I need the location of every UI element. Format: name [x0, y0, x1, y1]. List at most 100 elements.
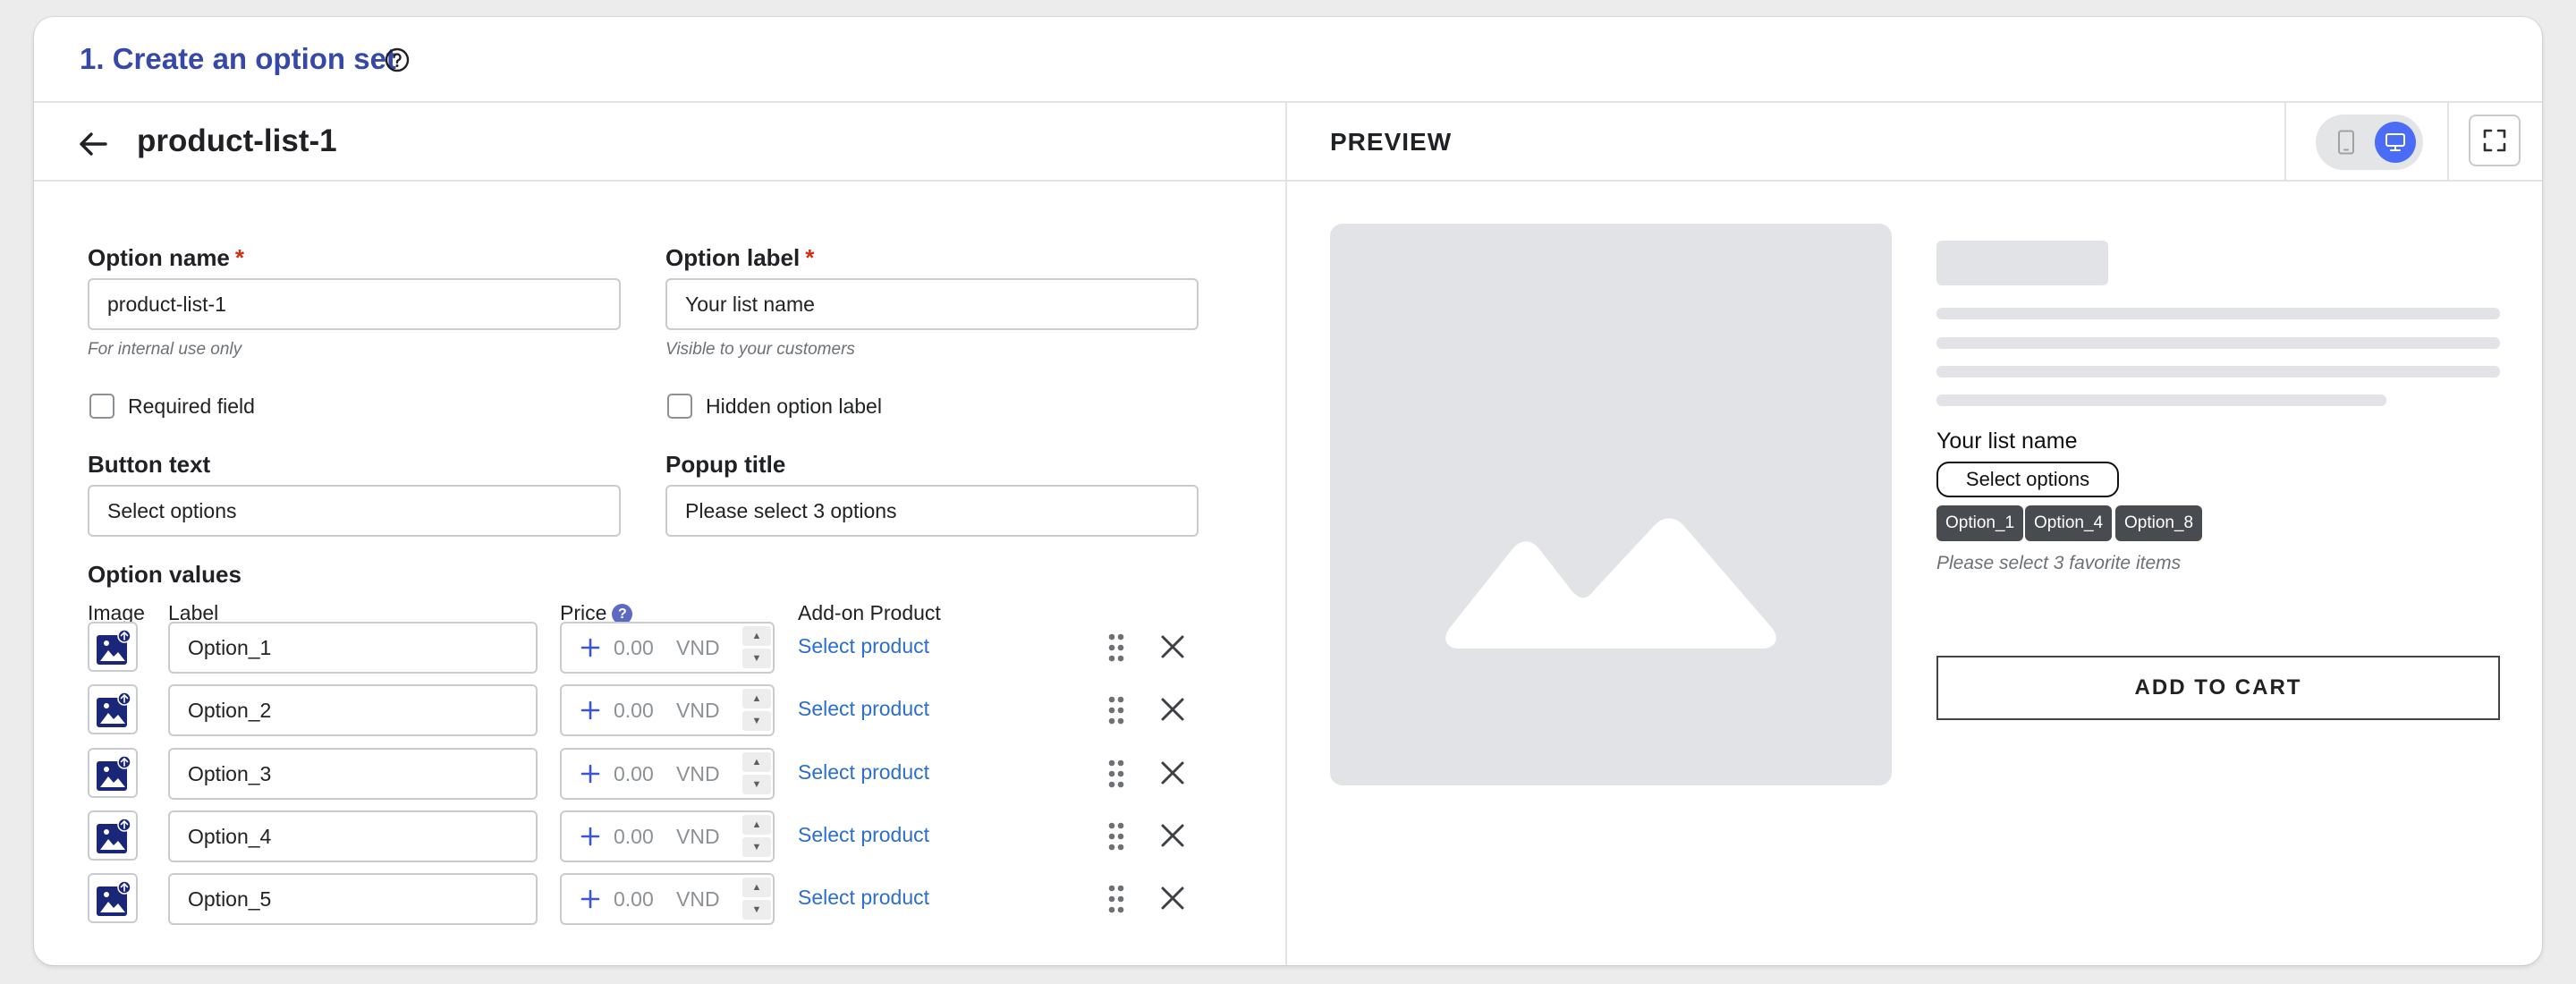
- price-stepper[interactable]: ▲ ▼: [742, 689, 771, 732]
- drag-handle-icon[interactable]: [1106, 632, 1127, 664]
- option-set-card: 1. Create an option set product-list-1 O…: [34, 17, 2542, 965]
- required-field-checkbox[interactable]: [89, 394, 114, 419]
- option-name-hint: For internal use only: [88, 340, 242, 359]
- option-value-row: Option_1 0.00 VND ▲ ▼ Select product: [34, 622, 1285, 675]
- plus-icon[interactable]: [578, 824, 603, 849]
- card-header: 1. Create an option set: [34, 17, 2542, 103]
- arrow-left-icon[interactable]: [75, 126, 111, 162]
- price-value: 0.00: [614, 636, 654, 659]
- option-label-input[interactable]: Option_1: [168, 622, 538, 674]
- price-currency: VND: [676, 762, 720, 785]
- add-to-cart-button[interactable]: ADD TO CART: [1936, 656, 2500, 720]
- close-icon[interactable]: [1157, 758, 1188, 788]
- option-label-input[interactable]: Option_2: [168, 684, 538, 736]
- stepper-up-icon[interactable]: ▲: [742, 752, 771, 772]
- preview-topbar: PREVIEW: [1287, 103, 2542, 182]
- close-icon[interactable]: [1157, 694, 1188, 725]
- drag-handle-icon[interactable]: [1106, 758, 1127, 790]
- preview-select-options-button[interactable]: Select options: [1936, 462, 2119, 497]
- device-toggle: [2316, 115, 2423, 170]
- required-field-label: Required field: [128, 394, 255, 418]
- skeleton-line: [1936, 337, 2500, 349]
- select-product-link[interactable]: Select product: [798, 634, 929, 658]
- plus-icon[interactable]: [578, 698, 603, 723]
- topbar-divider: [2447, 103, 2449, 180]
- close-icon[interactable]: [1157, 883, 1188, 913]
- editor-topbar: product-list-1: [34, 103, 1285, 182]
- stepper-down-icon[interactable]: ▼: [742, 837, 771, 857]
- drag-handle-icon[interactable]: [1106, 694, 1127, 726]
- popup-title-input[interactable]: Please select 3 options: [665, 485, 1199, 537]
- select-product-link[interactable]: Select product: [798, 823, 929, 847]
- topbar-divider: [2284, 103, 2286, 180]
- button-text-label: Button text: [88, 451, 211, 478]
- option-label-label-text: Option label: [665, 244, 801, 271]
- option-label-input[interactable]: Option_4: [168, 810, 538, 862]
- price-stepper[interactable]: ▲ ▼: [742, 815, 771, 858]
- option-price-input[interactable]: 0.00 VND ▲ ▼: [560, 622, 775, 674]
- price-value: 0.00: [614, 825, 654, 848]
- option-price-input[interactable]: 0.00 VND ▲ ▼: [560, 748, 775, 800]
- question-circle-icon[interactable]: [383, 46, 411, 74]
- price-currency: VND: [676, 636, 720, 659]
- select-product-link[interactable]: Select product: [798, 886, 929, 910]
- drag-handle-icon[interactable]: [1106, 820, 1127, 853]
- option-price-input[interactable]: 0.00 VND ▲ ▼: [560, 873, 775, 925]
- drag-handle-icon[interactable]: [1106, 883, 1127, 915]
- skeleton-line: [1936, 366, 2500, 377]
- option-image-upload[interactable]: [88, 684, 138, 734]
- select-product-link[interactable]: Select product: [798, 697, 929, 721]
- stepper-up-icon[interactable]: ▲: [742, 815, 771, 835]
- option-name-label: Option name *: [88, 244, 244, 272]
- option-image-upload[interactable]: [88, 622, 138, 672]
- option-image-upload[interactable]: [88, 873, 138, 923]
- price-stepper[interactable]: ▲ ▼: [742, 626, 771, 669]
- hidden-option-label-checkbox[interactable]: [667, 394, 692, 419]
- option-value-row: Option_2 0.00 VND ▲ ▼ Select product: [34, 684, 1285, 738]
- required-mark: *: [805, 244, 815, 271]
- close-icon[interactable]: [1157, 632, 1188, 662]
- hidden-option-label-text: Hidden option label: [706, 394, 882, 418]
- stepper-down-icon[interactable]: ▼: [742, 775, 771, 794]
- stepper-up-icon[interactable]: ▲: [742, 689, 771, 708]
- fullscreen-button[interactable]: [2469, 115, 2521, 166]
- stepper-down-icon[interactable]: ▼: [742, 711, 771, 731]
- option-label-input[interactable]: Option_3: [168, 748, 538, 800]
- price-stepper[interactable]: ▲ ▼: [742, 752, 771, 795]
- image-placeholder-icon: [1445, 518, 1776, 649]
- plus-icon[interactable]: [578, 886, 603, 912]
- option-price-input[interactable]: 0.00 VND ▲ ▼: [560, 684, 775, 736]
- desktop-monitor-icon: [2385, 133, 2405, 151]
- option-label-input[interactable]: Your list name: [665, 278, 1199, 330]
- stepper-down-icon[interactable]: ▼: [742, 900, 771, 920]
- stepper-down-icon[interactable]: ▼: [742, 649, 771, 668]
- image-upload-icon: [97, 629, 131, 665]
- select-product-link[interactable]: Select product: [798, 760, 929, 785]
- option-set-name: product-list-1: [137, 123, 337, 158]
- price-stepper[interactable]: ▲ ▼: [742, 878, 771, 920]
- option-name-label-text: Option name: [88, 244, 230, 271]
- plus-icon[interactable]: [578, 635, 603, 660]
- option-value-row: Option_4 0.00 VND ▲ ▼ Select product: [34, 810, 1285, 864]
- selected-chip: Option_4: [2025, 505, 2113, 541]
- image-upload-icon: [97, 755, 131, 791]
- selected-chip: Option_1: [1936, 505, 2024, 541]
- desktop-device-button[interactable]: [2375, 122, 2416, 163]
- option-label-hint: Visible to your customers: [665, 340, 855, 359]
- stepper-up-icon[interactable]: ▲: [742, 626, 771, 646]
- plus-icon[interactable]: [578, 761, 603, 786]
- option-image-upload[interactable]: [88, 810, 138, 861]
- skeleton-line: [1936, 308, 2500, 319]
- option-name-input[interactable]: product-list-1: [88, 278, 621, 330]
- price-value: 0.00: [614, 699, 654, 722]
- button-text-input[interactable]: Select options: [88, 485, 621, 537]
- option-image-upload[interactable]: [88, 748, 138, 798]
- image-upload-icon: [97, 818, 131, 853]
- preview-title: PREVIEW: [1330, 128, 1453, 156]
- option-price-input[interactable]: 0.00 VND ▲ ▼: [560, 810, 775, 862]
- page-title: 1. Create an option set: [80, 42, 396, 75]
- close-icon[interactable]: [1157, 820, 1188, 851]
- option-label-input[interactable]: Option_5: [168, 873, 538, 925]
- stepper-up-icon[interactable]: ▲: [742, 878, 771, 897]
- mobile-device-icon[interactable]: [2337, 130, 2355, 155]
